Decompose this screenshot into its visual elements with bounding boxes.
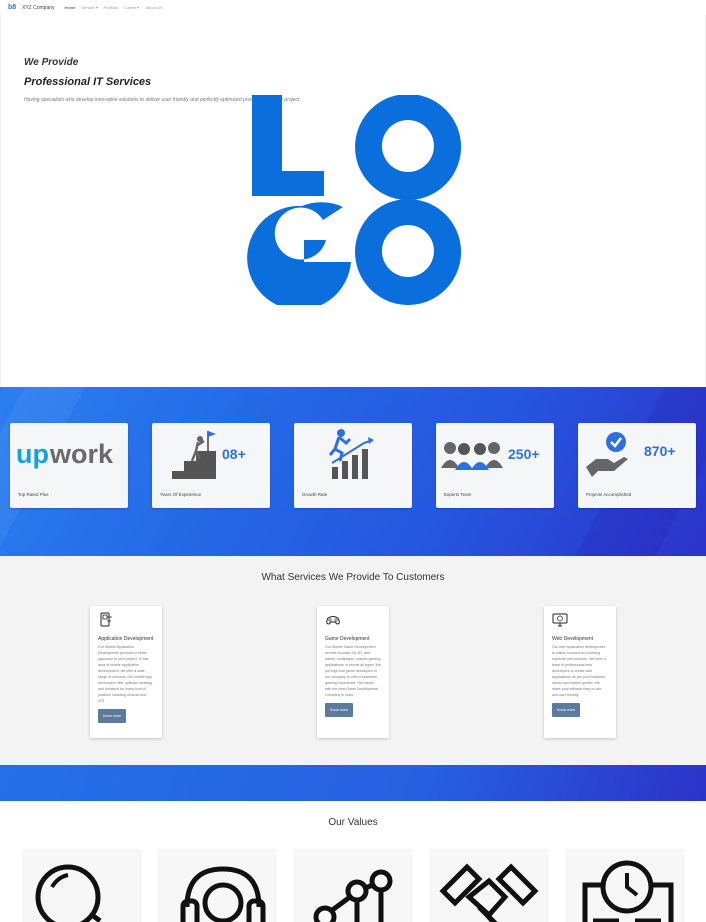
service-card-game: Game Development Our Mobile Game Develop…	[317, 606, 389, 738]
nav-link-about[interactable]: About US	[145, 5, 162, 10]
stat-label: Years Of Experience	[160, 492, 202, 497]
stat-card-projects: 870+ Projects Accomplished	[578, 423, 696, 508]
game-controller-icon	[326, 616, 340, 625]
know-more-button[interactable]: Know more	[325, 703, 354, 717]
logo-placeholder-image	[247, 95, 462, 305]
service-description: Our Mobile Game Development service incl…	[325, 645, 381, 697]
page: b8 XYZ Company Home Service Portfolio Ca…	[0, 0, 706, 922]
know-more-button[interactable]: Know more	[552, 703, 581, 717]
mobile-app-icon	[100, 612, 112, 627]
stat-card-team: 250+ Experts Team	[436, 423, 554, 508]
handshake-icon	[439, 863, 539, 922]
value-card	[159, 849, 275, 922]
service-title: Web Development	[552, 636, 594, 642]
value-card	[567, 849, 683, 922]
value-card	[295, 849, 411, 922]
stat-value: 870+	[644, 443, 676, 459]
service-description: Our Mobile Application Development provi…	[98, 645, 153, 703]
service-card-application: Application Development Our Mobile Appli…	[90, 606, 162, 738]
values-section: Our Values	[0, 801, 706, 922]
nav-link-career[interactable]: Career	[124, 5, 140, 10]
stat-value: 08+	[222, 446, 246, 462]
chevron-down-icon	[137, 6, 140, 9]
nav-link-service[interactable]: Service	[81, 5, 98, 10]
service-card-web: Web Development Our web application deve…	[544, 606, 616, 738]
growth-chart-icon	[328, 429, 374, 479]
brand-logo-icon[interactable]: b8	[8, 4, 16, 11]
divider-band	[0, 765, 706, 801]
network-chart-icon	[313, 869, 393, 922]
web-monitor-icon	[552, 613, 568, 627]
brand-name[interactable]: XYZ Company	[22, 5, 55, 11]
upwork-logo-icon: up work	[16, 439, 114, 469]
hero-heading-line2: Professional IT Services	[24, 76, 152, 88]
stat-value: 250+	[508, 446, 540, 462]
stat-card-experience: 08+ Years Of Experience	[152, 423, 270, 508]
stat-label: Experts Team	[444, 492, 472, 497]
climbing-stairs-icon	[172, 431, 216, 479]
stat-card-growth: Growth Rate	[294, 423, 412, 508]
team-people-icon	[441, 442, 503, 470]
stat-label: Growth Rate	[302, 492, 328, 497]
svg-text:up: up	[16, 439, 49, 469]
stat-label: Top Rated Plus	[18, 492, 49, 497]
value-card	[431, 849, 547, 922]
stats-section: up work Top Rated Plus 08+ Years Of Expe…	[0, 387, 706, 556]
service-title: Application Development	[98, 636, 154, 642]
stat-card-upwork: up work Top Rated Plus	[10, 423, 128, 508]
values-title: Our Values	[328, 817, 378, 828]
chevron-down-icon	[95, 6, 98, 9]
value-card	[24, 849, 140, 922]
service-description: Our web application development is mainl…	[552, 645, 607, 697]
headset-icon	[180, 866, 266, 922]
magnifier-icon	[35, 864, 106, 922]
hero-heading-line1: We Provide	[24, 57, 79, 68]
time-document-icon	[582, 860, 674, 922]
know-more-button[interactable]: Know more	[98, 709, 127, 723]
services-section: What Services We Provide To Customers Ap…	[0, 556, 706, 765]
service-title: Game Development	[325, 636, 370, 642]
svg-text:work: work	[49, 439, 114, 469]
top-navbar: b8 XYZ Company Home Service Portfolio Ca…	[0, 0, 706, 15]
hero-section: We Provide Professional IT Services Havi…	[0, 15, 706, 387]
stat-label: Projects Accomplished	[586, 492, 632, 497]
nav-link-portfolio[interactable]: Portfolio	[104, 5, 119, 10]
nav-link-home[interactable]: Home	[65, 5, 76, 10]
hand-checkmark-icon	[586, 432, 628, 477]
services-title: What Services We Provide To Customers	[261, 572, 445, 583]
